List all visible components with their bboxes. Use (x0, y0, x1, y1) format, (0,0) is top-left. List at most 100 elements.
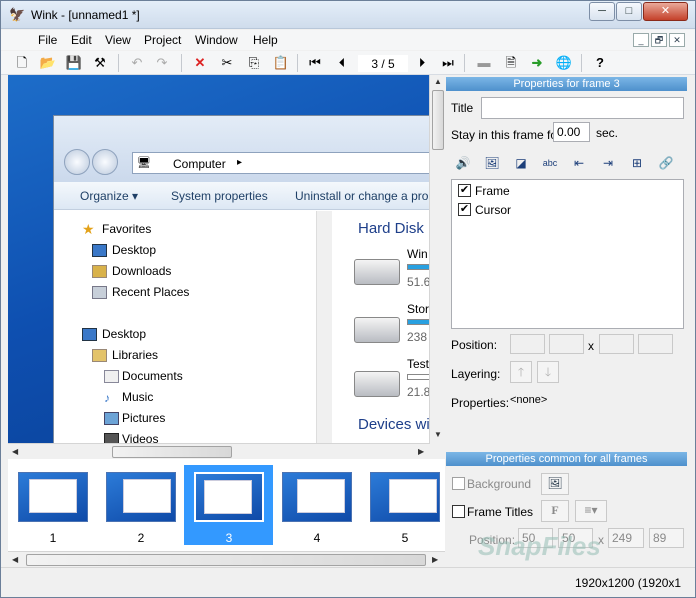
drive-name: Test (407, 357, 430, 371)
toolbar-separator (581, 54, 582, 72)
new-icon[interactable]: 🗋 (13, 54, 31, 72)
align-dropdown-icon[interactable]: ≡▾ (575, 500, 607, 522)
add-menu-icon[interactable]: ⊞ (626, 153, 648, 173)
canvas-vertical-scrollbar[interactable]: ▲ ▼ (429, 75, 445, 443)
redo-icon[interactable]: ↷ (153, 54, 171, 72)
frame-counter[interactable]: 3 / 5 (358, 55, 408, 72)
add-link-icon[interactable]: 🔗 (655, 153, 677, 173)
canvas-horizontal-scrollbar[interactable]: ◀ ▶ (8, 443, 430, 459)
background-checkbox[interactable] (452, 477, 465, 490)
copy-icon[interactable]: ⎘ (245, 54, 263, 72)
frame-thumbnail-selected[interactable] (194, 472, 264, 522)
maximize-button[interactable]: □ (616, 2, 642, 21)
frame-item-label[interactable]: Frame (475, 184, 510, 198)
cursor-item-label[interactable]: Cursor (475, 203, 511, 217)
layer-down-icon[interactable]: 🡓 (537, 361, 559, 383)
thumbnail-scrollbar[interactable]: ◀ ▶ (8, 551, 445, 567)
toolbar: 🗋 📂 💾 ⚒ ↶ ↷ ✕ ✂ ⎘ 📋 ⏮ ⏴ ⏵ ⏭ ▬ 🗎 ➜ 🌐 ? (1, 51, 695, 75)
prev-frame-icon[interactable]: ⏴ (333, 54, 351, 72)
delete-icon[interactable]: ✕ (191, 54, 209, 72)
minimize-button[interactable]: ─ (589, 2, 615, 21)
cmd-uninstall: Uninstall or change a pro (295, 189, 429, 203)
scroll-up-icon[interactable]: ▲ (434, 77, 442, 86)
width-input[interactable] (599, 334, 634, 354)
first-frame-icon[interactable]: ⏮ (306, 54, 324, 72)
add-text-icon[interactable]: abc (539, 153, 561, 173)
videos-icon (104, 433, 119, 443)
address-text: Computer (173, 157, 226, 171)
browser-preview-icon[interactable]: 🌐 (555, 54, 573, 72)
save-icon[interactable]: 💾 (65, 54, 83, 72)
add-shape-icon[interactable]: ◪ (510, 153, 532, 173)
layer-up-icon[interactable]: 🡑 (510, 361, 532, 383)
layering-label: Layering: (451, 367, 501, 381)
preview-icon[interactable]: ▬ (475, 54, 493, 72)
title-input[interactable] (481, 97, 684, 119)
common-width[interactable]: 249 (608, 528, 644, 548)
nav-recent-places: Recent Places (112, 285, 190, 299)
menu-edit[interactable]: Edit (71, 33, 92, 47)
frame-thumbnail[interactable] (18, 472, 88, 522)
frame-thumbnail[interactable] (370, 472, 440, 522)
menu-view[interactable]: View (105, 33, 131, 47)
devices-heading: Devices wi (358, 416, 430, 433)
height-input[interactable] (638, 334, 673, 354)
frame-items-list[interactable]: ✔ Frame ✔ Cursor (451, 179, 684, 329)
close-button[interactable]: ✕ (643, 2, 688, 21)
mdi-close-button[interactable]: ✕ (669, 33, 685, 47)
toolbar-separator (181, 54, 182, 72)
desktop-icon (82, 328, 97, 341)
toolbar-separator (297, 54, 298, 72)
properties-icon[interactable]: 🗎 (502, 54, 520, 72)
open-icon[interactable]: 📂 (39, 54, 57, 72)
position-x-input[interactable] (510, 334, 545, 354)
menu-window[interactable]: Window (195, 33, 238, 47)
address-bar: 🖥 Computer ▸ (132, 152, 430, 174)
menu-file[interactable]: File (38, 33, 57, 47)
add-image-icon[interactable]: 🖼 (481, 153, 503, 173)
frame-checkbox[interactable]: ✔ (458, 184, 471, 197)
menu-help[interactable]: Help (253, 33, 278, 47)
drive-size: 238 (407, 330, 428, 344)
undo-icon[interactable]: ↶ (128, 54, 146, 72)
toolbar-separator (464, 54, 465, 72)
scroll-left-icon[interactable]: ◀ (12, 555, 18, 564)
explorer-scrollbar (316, 211, 332, 443)
drive-usage-bar (407, 264, 430, 270)
help-icon[interactable]: ? (591, 54, 609, 72)
scrollbar-thumb[interactable] (26, 554, 426, 566)
command-bar: Organize ▾ System properties Uninstall o… (54, 182, 430, 210)
last-frame-icon[interactable]: ⏭ (439, 54, 457, 72)
cut-icon[interactable]: ✂ (218, 54, 236, 72)
frame-thumbnail[interactable] (282, 472, 352, 522)
scroll-right-icon[interactable]: ▶ (418, 447, 424, 456)
font-button[interactable]: F (541, 500, 569, 522)
position-y-input[interactable] (549, 334, 584, 354)
paste-icon[interactable]: 📋 (272, 54, 290, 72)
add-next-button-icon[interactable]: ⇥ (597, 153, 619, 173)
common-height[interactable]: 89 (649, 528, 684, 548)
forward-icon (92, 149, 118, 175)
mdi-restore-button[interactable]: 🗗 (651, 33, 667, 47)
mdi-minimize-button[interactable]: _ (633, 33, 649, 47)
add-sound-icon[interactable]: 🔊 (452, 153, 474, 173)
frame-canvas[interactable]: 🖥 Computer ▸ Organize ▾ System propertie… (8, 75, 430, 443)
wizard-icon[interactable]: ⚒ (91, 54, 109, 72)
menu-project[interactable]: Project (144, 33, 181, 47)
background-image-icon[interactable]: 🖼 (541, 473, 569, 495)
scrollbar-thumb[interactable] (432, 90, 444, 150)
frame-properties-header: Properties for frame 3 (446, 77, 687, 91)
next-frame-icon[interactable]: ⏵ (413, 54, 431, 72)
nav-libraries: Libraries (112, 348, 159, 362)
drive-usage-bar (407, 374, 430, 380)
scrollbar-thumb[interactable] (112, 446, 232, 458)
frame-thumbnail[interactable] (106, 472, 176, 522)
stay-duration-input[interactable]: 0.00 (553, 122, 590, 142)
add-back-button-icon[interactable]: ⇤ (568, 153, 590, 173)
scroll-left-icon[interactable]: ◀ (12, 447, 18, 456)
cursor-checkbox[interactable]: ✔ (458, 203, 471, 216)
scroll-right-icon[interactable]: ▶ (432, 555, 438, 564)
render-arrow-icon[interactable]: ➜ (528, 54, 546, 72)
frame-titles-checkbox[interactable] (452, 505, 465, 518)
scroll-down-icon[interactable]: ▼ (434, 430, 442, 439)
